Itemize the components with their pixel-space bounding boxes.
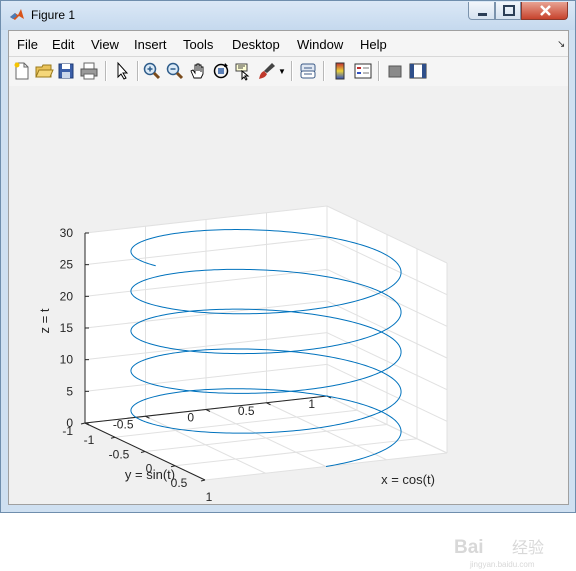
toolbar-separator <box>378 61 380 81</box>
link-plot-icon[interactable] <box>298 61 318 81</box>
y-tick-label: 1 <box>308 397 315 411</box>
y-tick-label: 0 <box>187 411 194 425</box>
dock-arrow-icon[interactable]: ↘ <box>557 39 565 50</box>
save-icon[interactable] <box>56 61 76 81</box>
x-axis-label: x = cos(t) <box>381 472 435 487</box>
y-tick-label: -0.5 <box>113 417 134 431</box>
x-tick-label: 1 <box>206 490 213 504</box>
brush-dropdown-icon[interactable]: ▼ <box>278 67 286 76</box>
close-button[interactable] <box>521 2 568 20</box>
zoom-in-icon[interactable] <box>142 61 162 81</box>
show-plot-tools-icon[interactable] <box>408 61 428 81</box>
y-tick-label: 0.5 <box>238 404 255 418</box>
menu-edit[interactable]: Edit <box>52 37 74 52</box>
window-title: Figure 1 <box>31 8 76 22</box>
print-icon[interactable] <box>79 61 99 81</box>
menu-desktop[interactable]: Desktop <box>232 37 280 52</box>
close-icon <box>540 5 551 16</box>
baidu-watermark: Bai 经验 jingyan.baidu.com <box>454 537 544 569</box>
data-cursor-icon[interactable] <box>234 61 254 81</box>
z-tick-label: 5 <box>66 384 73 398</box>
toolbar-separator <box>323 61 325 81</box>
toolbar-separator <box>105 61 107 81</box>
x-tick <box>140 451 146 453</box>
axes-grid <box>84 205 448 481</box>
toolbar-separator <box>137 61 139 81</box>
hide-plot-tools-icon[interactable] <box>385 61 405 81</box>
menu-help[interactable]: Help <box>360 37 387 52</box>
maximize-icon <box>503 5 515 16</box>
colorbar-icon[interactable] <box>330 61 350 81</box>
toolbar-separator <box>291 61 293 81</box>
figure-toolbar: ▼ <box>9 56 568 87</box>
x-tick <box>80 422 86 425</box>
z-tick-label: 15 <box>60 321 74 335</box>
x-tick-label: -1 <box>84 433 95 447</box>
legend-icon[interactable] <box>353 61 373 81</box>
z-axis-label: z = t <box>37 308 52 333</box>
minimize-button[interactable] <box>468 2 495 20</box>
menu-tools[interactable]: Tools <box>183 37 213 52</box>
open-file-icon[interactable] <box>34 61 54 81</box>
zoom-out-icon[interactable] <box>165 61 185 81</box>
z-tick-label: 25 <box>60 258 74 272</box>
menu-file[interactable]: File <box>17 37 38 52</box>
y-axis-label: y = sin(t) <box>125 467 175 482</box>
title-bar[interactable]: Figure 1 <box>1 1 575 30</box>
watermark-url: jingyan.baidu.com <box>469 560 535 569</box>
x-tick <box>110 436 116 439</box>
figure-client: File Edit View Insert Tools Desktop Wind… <box>8 30 569 569</box>
y-tick-label: -1 <box>62 424 73 438</box>
z-tick-label: 10 <box>60 353 74 367</box>
axes-3d[interactable]: 051015202530-1 -0.5 0 0.5 1-1-0.500.51 z = t… <box>9 86 568 504</box>
watermark-text-2: 经验 <box>512 539 544 557</box>
x-tick-label: -0.5 <box>109 447 130 461</box>
watermark-text: Bai <box>454 537 484 558</box>
menu-window[interactable]: Window <box>297 37 343 52</box>
rotate-3d-icon[interactable] <box>211 61 231 81</box>
menu-insert[interactable]: Insert <box>134 37 167 52</box>
brush-icon[interactable] <box>257 61 277 81</box>
z-tick-label: 30 <box>60 226 74 240</box>
menu-bar: File Edit View Insert Tools Desktop Wind… <box>9 31 568 56</box>
maximize-button[interactable] <box>495 2 521 20</box>
minimize-icon <box>478 13 487 16</box>
pan-hand-icon[interactable] <box>188 61 208 81</box>
edit-plot-arrow-icon[interactable] <box>112 61 132 81</box>
new-figure-icon[interactable] <box>12 61 32 81</box>
figure-canvas[interactable]: 0 5 10 15 20 25 30 -1 -0.5 0 0.5 1 -1 -0.5 0 0.5 1 z = t… <box>9 86 568 569</box>
menu-view[interactable]: View <box>91 37 119 52</box>
z-tick-label: 20 <box>60 289 74 303</box>
x-tick <box>200 479 206 482</box>
matlab-logo-icon <box>10 9 24 20</box>
figure-window: Figure 1 File Edit View Insert Tools Des… <box>0 0 576 569</box>
